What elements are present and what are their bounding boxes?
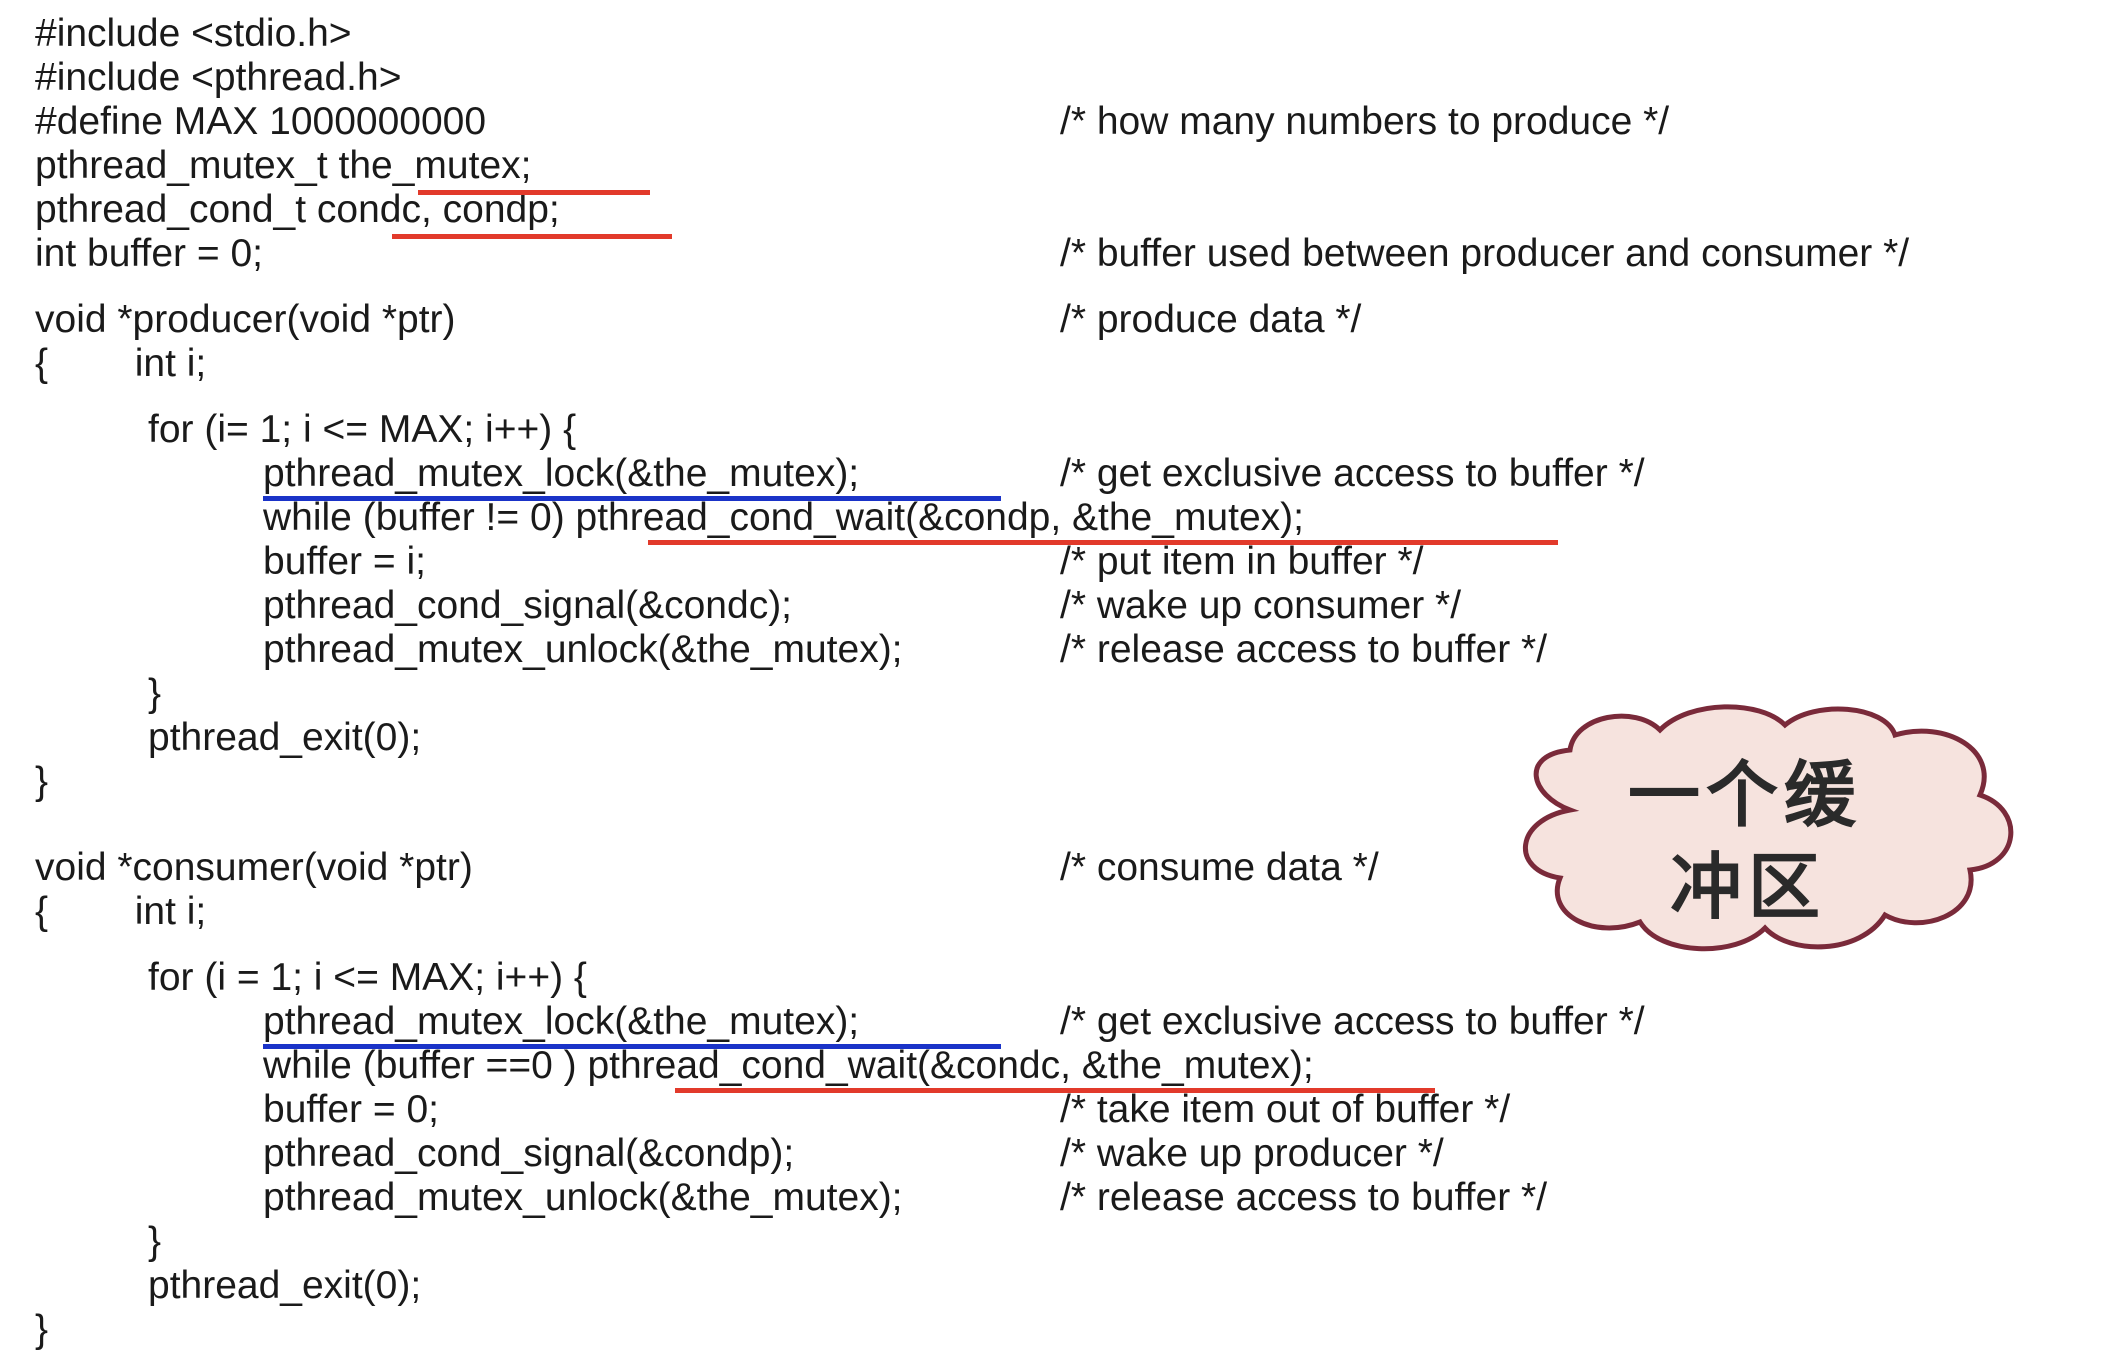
include-stdio-line: #include <stdio.h> [35,12,352,55]
callout-line-1: 一个缓 [1628,752,1863,837]
consumer-close-brace: } [35,1308,49,1351]
producer-signal-comment: /* wake up consumer */ [1060,584,1462,627]
consumer-unlock-line: pthread_mutex_unlock(&the_mutex); [263,1176,903,1219]
callout-line-2: 冲区 [1670,844,1827,929]
consumer-lock-line: pthread_mutex_lock(&the_mutex); [263,1000,860,1043]
consumer-wait-underline [675,1088,1435,1093]
define-max-line: #define MAX 1000000000 [35,100,487,143]
include-pthread-line: #include <pthread.h> [35,56,402,99]
consumer-exit-line: pthread_exit(0); [148,1264,422,1307]
producer-unlock-line: pthread_mutex_unlock(&the_mutex); [263,628,903,671]
producer-for-close: } [148,672,162,715]
producer-assign-comment: /* put item in buffer */ [1060,540,1424,583]
producer-close-brace: } [35,760,49,803]
buffer-declaration-comment: /* buffer used between producer and cons… [1060,232,1910,275]
code-listing: #include <stdio.h> #include <pthread.h> … [0,0,2110,1370]
producer-open-brace: { int i; [35,342,207,385]
consumer-unlock-comment: /* release access to buffer */ [1060,1176,1548,1219]
consumer-signature: void *consumer(void *ptr) [35,846,473,889]
consumer-for-close: } [148,1220,162,1263]
condc-condp-underline [392,234,672,239]
consumer-signature-comment: /* consume data */ [1060,846,1379,889]
consumer-assign-line: buffer = 0; [263,1088,439,1131]
consumer-lock-underline [263,1044,1001,1049]
consumer-lock-comment: /* get exclusive access to buffer */ [1060,1000,1645,1043]
producer-wait-underline [648,540,1558,545]
producer-assign-line: buffer = i; [263,540,426,583]
producer-while-line: while (buffer != 0) pthread_cond_wait(&c… [263,496,1304,539]
buffer-cloud-callout: 一个缓 冲区 [1500,700,2030,960]
define-max-comment: /* how many numbers to produce */ [1060,100,1670,143]
consumer-signal-line: pthread_cond_signal(&condp); [263,1132,795,1175]
producer-signature-comment: /* produce data */ [1060,298,1362,341]
consumer-while-line: while (buffer ==0 ) pthread_cond_wait(&c… [263,1044,1314,1087]
consumer-assign-comment: /* take item out of buffer */ [1060,1088,1511,1131]
consumer-signal-comment: /* wake up producer */ [1060,1132,1444,1175]
consumer-for-loop: for (i = 1; i <= MAX; i++) { [148,956,587,999]
producer-for-loop: for (i= 1; i <= MAX; i++) { [148,408,577,451]
consumer-open-brace: { int i; [35,890,207,933]
producer-lock-underline [263,496,1001,501]
producer-signal-line: pthread_cond_signal(&condc); [263,584,793,627]
producer-lock-comment: /* get exclusive access to buffer */ [1060,452,1645,495]
mutex-declaration-line: pthread_mutex_t the_mutex; [35,144,532,187]
producer-unlock-comment: /* release access to buffer */ [1060,628,1548,671]
producer-exit-line: pthread_exit(0); [148,716,422,759]
the-mutex-underline [418,190,650,195]
producer-signature: void *producer(void *ptr) [35,298,456,341]
buffer-declaration-line: int buffer = 0; [35,232,264,275]
producer-lock-line: pthread_mutex_lock(&the_mutex); [263,452,860,495]
